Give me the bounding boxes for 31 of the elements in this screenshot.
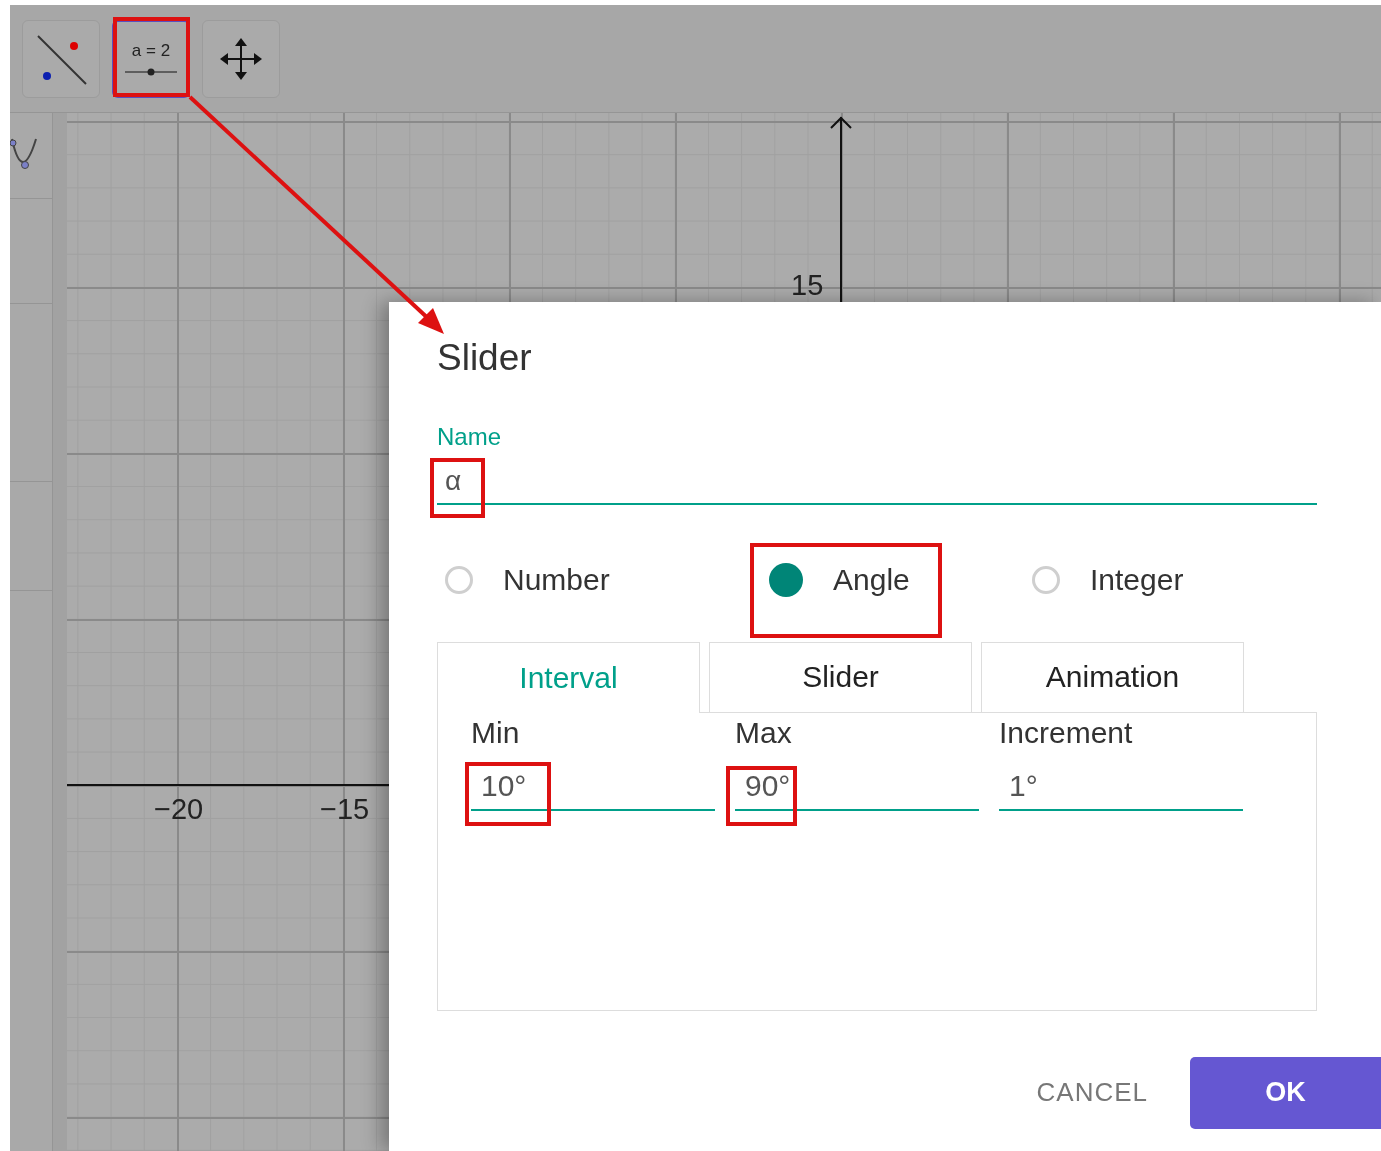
dialog-title: Slider — [437, 338, 533, 379]
radio-button[interactable] — [769, 562, 803, 597]
field-label: Min — [471, 714, 521, 751]
value-input-field[interactable]: 1° — [999, 760, 1243, 811]
slider-icon — [124, 67, 178, 77]
value-input-field[interactable]: 10° — [471, 760, 715, 811]
highlight-frame — [430, 458, 485, 518]
axis-tick-label: −20 — [154, 795, 204, 824]
move-tool-button[interactable] — [202, 20, 280, 98]
radio-option[interactable]: Integer — [1024, 562, 1331, 597]
four-way-arrow-icon — [219, 37, 263, 81]
tab[interactable]: Slider — [709, 641, 972, 712]
value-input-field[interactable]: 90° — [735, 760, 979, 811]
name-label: Name — [437, 422, 503, 451]
highlight-frame — [726, 766, 797, 826]
radio-label: Number — [503, 562, 610, 597]
ok-button[interactable]: OK — [1190, 1056, 1381, 1129]
radio-option[interactable]: Number — [437, 562, 744, 597]
radio-label: Angle — [833, 562, 910, 597]
radio-button[interactable] — [445, 565, 473, 594]
radio-label: Integer — [1090, 562, 1184, 597]
name-input-field[interactable]: α — [437, 454, 1317, 505]
radio-option[interactable]: Angle — [744, 562, 1024, 597]
axis-tick-label: −15 — [320, 795, 370, 824]
radio-button[interactable] — [1032, 565, 1060, 594]
field-label: Increment — [999, 714, 1134, 751]
cancel-button[interactable]: CANCEL — [1030, 1076, 1154, 1110]
line-tool-button[interactable] — [22, 20, 100, 98]
field-label: Max — [735, 714, 793, 751]
tab[interactable]: Animation — [981, 641, 1244, 712]
axis-tick-label: 15 — [791, 271, 824, 300]
